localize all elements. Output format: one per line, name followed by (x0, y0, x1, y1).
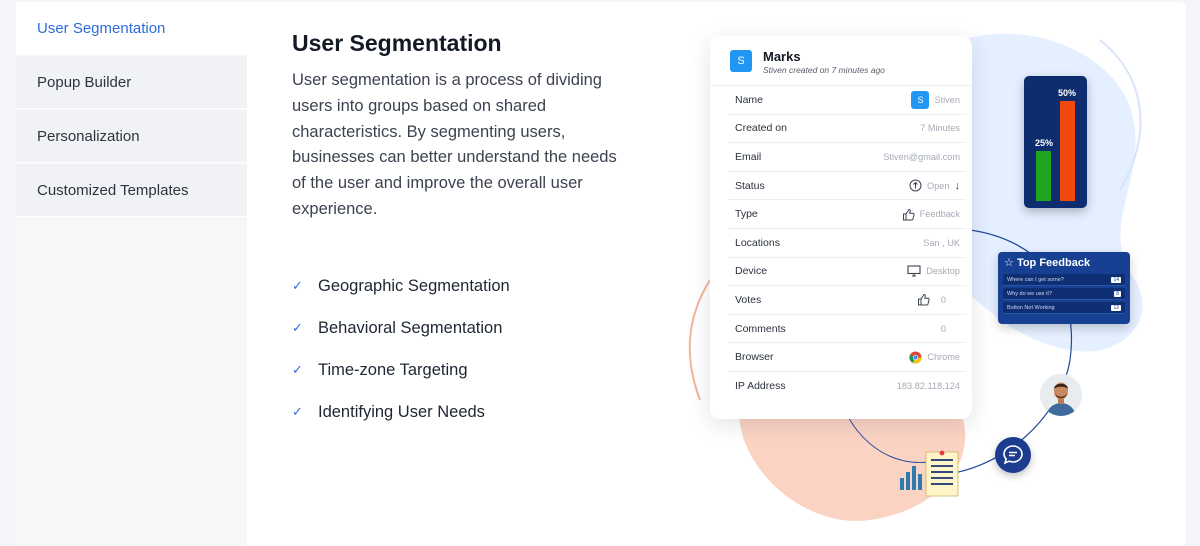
chrome-icon (909, 351, 922, 364)
feature-label: Behavioral Segmentation (318, 318, 503, 337)
row-value: 0 (917, 293, 960, 306)
feature-item: ✓ Time-zone Targeting (292, 358, 468, 382)
row-key: Created on (735, 122, 787, 135)
card-row-comments: Comments 0 (728, 315, 966, 344)
feedback-item[interactable]: Button Not Working 12 (1003, 302, 1125, 314)
card-row-votes: Votes 0 (728, 286, 966, 315)
bar-label: 25% (1035, 138, 1054, 148)
monitor-icon (907, 265, 921, 277)
sidebar-item-popup-builder[interactable]: Popup Builder (16, 56, 247, 109)
feature-item: ✓ Behavioral Segmentation (292, 316, 502, 340)
page: User Segmentation Popup Builder Personal… (0, 0, 1200, 546)
row-key: Browser (735, 351, 774, 364)
check-icon: ✓ (292, 320, 303, 335)
sidebar-item-personalization[interactable]: Personalization (16, 110, 247, 163)
row-key: Type (735, 208, 758, 221)
row-key: Status (735, 179, 765, 192)
avatar: S (730, 50, 752, 72)
check-icon: ✓ (292, 362, 303, 377)
row-value: Stiven@gmail.com (883, 151, 960, 162)
check-icon: ✓ (292, 278, 303, 293)
card-row-type: Type Feedback (728, 200, 966, 229)
sidebar: User Segmentation Popup Builder Personal… (16, 2, 247, 546)
person-icon (1040, 374, 1082, 416)
card-row-name: Name S Stiven (728, 86, 966, 115)
row-value: Open ↓ (909, 179, 960, 192)
feedback-title: ☆ Top Feedback (1004, 257, 1091, 269)
row-key: Name (735, 93, 764, 106)
feature-item: ✓ Identifying User Needs (292, 400, 485, 424)
top-feedback-tile: ☆ Top Feedback Where can I get some? 14 W… (998, 252, 1130, 324)
row-value: 0 (940, 323, 946, 334)
row-value: Feedback (902, 208, 960, 221)
row-value: S Stiven (911, 90, 960, 109)
card-header: S Marks Stiven created on 7 minutes ago (710, 36, 972, 86)
feedback-item[interactable]: Where can I get some? 14 (1003, 274, 1125, 286)
chart-bar (1060, 101, 1075, 201)
deco-arc-peach (688, 279, 711, 401)
thumbs-up-icon (902, 208, 915, 221)
ticket-card: S Marks Stiven created on 7 minutes ago … (710, 36, 972, 419)
mini-bar-chart: 25% 50% (1024, 76, 1087, 208)
row-key: Device (735, 265, 768, 278)
row-key: Comments (735, 322, 786, 335)
check-icon: ✓ (292, 404, 303, 419)
card-name: Marks (763, 49, 801, 64)
sidebar-item-user-segmentation[interactable]: User Segmentation (16, 2, 247, 55)
chat-button[interactable] (995, 437, 1031, 473)
section-title: User Segmentation (292, 30, 502, 56)
card-row-status: Status Open ↓ (728, 172, 966, 201)
chart-bar (1036, 151, 1051, 201)
feature-label: Geographic Segmentation (318, 276, 510, 295)
row-key: IP Address (735, 380, 786, 393)
card-row-email: Email Stiven@gmail.com (728, 143, 966, 172)
row-key: Votes (735, 293, 762, 306)
card-subtitle: Stiven created on 7 minutes ago (763, 65, 885, 75)
row-value: 183.82.118.124 (896, 381, 960, 392)
user-avatar (1040, 374, 1082, 416)
bar-label: 50% (1058, 88, 1077, 98)
star-icon: ☆ (1004, 257, 1014, 269)
feedback-item[interactable]: Why do we use it? 8 (1003, 288, 1125, 300)
up-circle-icon (909, 179, 922, 192)
sidebar-item-label: Personalization (37, 127, 140, 145)
row-value: Chrome (909, 351, 960, 364)
chat-icon (1003, 445, 1023, 465)
thumbs-up-icon[interactable] (917, 293, 930, 306)
feature-label: Identifying User Needs (318, 402, 485, 421)
feature-item: ✓ Geographic Segmentation (292, 274, 510, 298)
card-row-created: Created on 7 Minutes (728, 115, 966, 144)
card-row-device: Device Desktop (728, 258, 966, 287)
avatar-s-icon: S (911, 90, 930, 109)
row-value: 7 Minutes (920, 123, 960, 134)
sidebar-item-label: Popup Builder (37, 73, 132, 91)
card-row-browser: Browser Chrome (728, 343, 966, 372)
row-value: San , UK (923, 237, 960, 248)
row-value: Desktop (907, 265, 960, 277)
down-arrow-icon[interactable]: ↓ (955, 180, 961, 192)
section-description: User segmentation is a process of dividi… (292, 71, 617, 218)
card-row-locations: Locations San , UK (728, 229, 966, 258)
row-key: Locations (735, 236, 780, 249)
sidebar-item-label: User Segmentation (37, 19, 166, 37)
row-key: Email (735, 150, 762, 163)
report-illustration-icon (900, 450, 959, 497)
sidebar-item-customized-templates[interactable]: Customized Templates (16, 164, 247, 217)
sidebar-item-label: Customized Templates (37, 181, 189, 199)
feature-label: Time-zone Targeting (318, 360, 468, 379)
card-row-ip: IP Address 183.82.118.124 (728, 372, 966, 401)
